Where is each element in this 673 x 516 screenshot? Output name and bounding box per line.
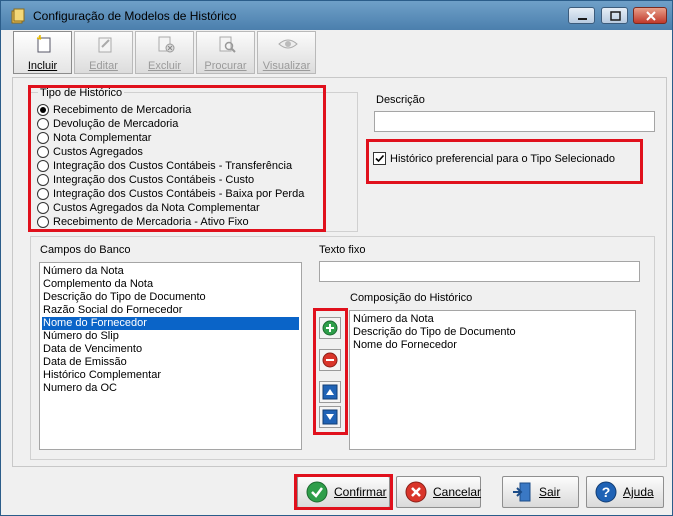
remove-field-button[interactable]	[319, 349, 341, 371]
list-item[interactable]: Descrição do Tipo de Documento	[352, 326, 633, 339]
title-bar[interactable]: Configuração de Modelos de Histórico	[1, 1, 672, 30]
cancelar-label: Cancelar	[433, 485, 482, 499]
texto-fixo-input[interactable]	[319, 261, 640, 282]
window-title: Configuração de Modelos de Histórico	[33, 9, 237, 23]
editar-button[interactable]: Editar	[74, 31, 133, 74]
sair-button[interactable]: Sair	[502, 476, 579, 508]
procurar-button[interactable]: Procurar	[196, 31, 255, 74]
toolbar: Incluir Editar Excluir Procurar Visualiz…	[13, 31, 316, 74]
visualizar-button[interactable]: Visualizar	[257, 31, 316, 74]
composicao-label: Composição do Histórico	[350, 292, 473, 304]
incluir-button[interactable]: Incluir	[13, 31, 72, 74]
plus-icon	[319, 317, 341, 339]
help-icon: ?	[595, 481, 617, 503]
radio-label: Custos Agregados	[53, 146, 143, 158]
composicao-list[interactable]: Número da Nota Descrição do Tipo de Docu…	[349, 310, 636, 450]
radio-button[interactable]	[37, 160, 49, 172]
checkmark-circle-icon	[306, 481, 328, 503]
radio-button-selected[interactable]	[37, 104, 49, 116]
ajuda-button[interactable]: ? Ajuda	[586, 476, 664, 508]
close-icon	[646, 11, 656, 21]
radio-tipo-4[interactable]: Integração dos Custos Contábeis - Transf…	[37, 159, 292, 173]
close-window-button[interactable]	[633, 7, 667, 24]
arrow-up-icon	[319, 381, 341, 403]
move-up-button[interactable]	[319, 381, 341, 403]
radio-tipo-6[interactable]: Integração dos Custos Contábeis - Baixa …	[37, 187, 304, 201]
maximize-icon	[610, 11, 621, 21]
eye-icon	[278, 39, 298, 49]
list-item[interactable]: Data de Emissão	[42, 356, 299, 369]
add-field-button[interactable]	[319, 317, 341, 339]
cancelar-button[interactable]: Cancelar	[396, 476, 481, 508]
list-item[interactable]: Nome do Fornecedor	[352, 339, 633, 352]
tipo-historico-title: Tipo de Histórico	[38, 87, 125, 99]
list-item[interactable]: Descrição do Tipo de Documento	[42, 291, 299, 304]
radio-button[interactable]	[37, 188, 49, 200]
radio-label: Integração dos Custos Contábeis - Baixa …	[53, 188, 305, 200]
radio-button[interactable]	[37, 174, 49, 186]
radio-tipo-0[interactable]: Recebimento de Mercadoria	[37, 103, 191, 117]
radio-tipo-5[interactable]: Integração dos Custos Contábeis - Custo	[37, 173, 254, 187]
list-item[interactable]: Razão Social do Fornecedor	[42, 304, 299, 317]
radio-label: Devolução de Mercadoria	[53, 118, 179, 130]
radio-tipo-7[interactable]: Custos Agregados da Nota Complementar	[37, 201, 260, 215]
minimize-icon	[578, 18, 587, 20]
ajuda-label: Ajuda	[623, 485, 654, 499]
radio-tipo-3[interactable]: Custos Agregados	[37, 145, 143, 159]
visualizar-label: Visualizar	[262, 60, 311, 72]
descricao-label: Descrição	[376, 94, 425, 106]
svg-text:?: ?	[602, 484, 611, 500]
search-icon	[219, 36, 236, 53]
campos-banco-label: Campos do Banco	[40, 244, 131, 256]
list-item[interactable]: Número da Nota	[352, 313, 633, 326]
delete-icon	[158, 36, 175, 53]
radio-tipo-2[interactable]: Nota Complementar	[37, 131, 151, 145]
list-item[interactable]: Número da Nota	[42, 265, 299, 278]
radio-tipo-8[interactable]: Recebimento de Mercadoria - Ativo Fixo	[37, 215, 249, 229]
list-item[interactable]: Data de Vencimento	[42, 343, 299, 356]
list-item[interactable]: Complemento da Nota	[42, 278, 299, 291]
campos-banco-list[interactable]: Número da Nota Complemento da Nota Descr…	[39, 262, 302, 450]
list-item[interactable]: Numero da OC	[42, 382, 299, 395]
preferencial-label: Histórico preferencial para o Tipo Selec…	[390, 153, 616, 165]
radio-button[interactable]	[37, 216, 49, 228]
dialog-window: Configuração de Modelos de Histórico Inc…	[0, 0, 673, 516]
radio-button[interactable]	[37, 202, 49, 214]
radio-label: Integração dos Custos Contábeis - Custo	[53, 174, 255, 186]
radio-label: Custos Agregados da Nota Complementar	[53, 202, 260, 214]
new-document-icon	[36, 35, 51, 53]
checkmark-icon	[375, 154, 385, 163]
edit-icon	[98, 37, 112, 53]
preferencial-checkbox[interactable]	[373, 152, 386, 165]
texto-fixo-label: Texto fixo	[319, 244, 366, 256]
radio-label: Integração dos Custos Contábeis - Transf…	[53, 160, 293, 172]
app-icon	[11, 8, 25, 24]
list-item[interactable]: Histórico Complementar	[42, 369, 299, 382]
excluir-label: Excluir	[147, 60, 181, 72]
radio-button[interactable]	[37, 118, 49, 130]
editar-label: Editar	[89, 60, 118, 72]
confirmar-label: Confirmar	[334, 485, 387, 499]
sair-label: Sair	[539, 485, 561, 499]
radio-label: Recebimento de Mercadoria	[53, 104, 192, 116]
descricao-input[interactable]	[374, 111, 655, 132]
move-down-button[interactable]	[319, 406, 341, 428]
maximize-button[interactable]	[601, 7, 628, 24]
procurar-label: Procurar	[204, 60, 247, 72]
minimize-button[interactable]	[568, 7, 595, 24]
list-item[interactable]: Número do Slip	[42, 330, 299, 343]
radio-label: Nota Complementar	[53, 132, 152, 144]
minus-icon	[319, 349, 341, 371]
incluir-label: Incluir	[27, 60, 58, 72]
radio-button[interactable]	[37, 132, 49, 144]
radio-label: Recebimento de Mercadoria - Ativo Fixo	[53, 216, 249, 228]
radio-tipo-1[interactable]: Devolução de Mercadoria	[37, 117, 178, 131]
list-item-selected[interactable]: Nome do Fornecedor	[42, 317, 299, 330]
radio-button[interactable]	[37, 146, 49, 158]
exit-door-icon	[513, 482, 531, 502]
confirmar-button[interactable]: Confirmar	[297, 476, 390, 508]
arrow-down-icon	[319, 406, 341, 428]
excluir-button[interactable]: Excluir	[135, 31, 194, 74]
cancel-icon	[405, 481, 427, 503]
